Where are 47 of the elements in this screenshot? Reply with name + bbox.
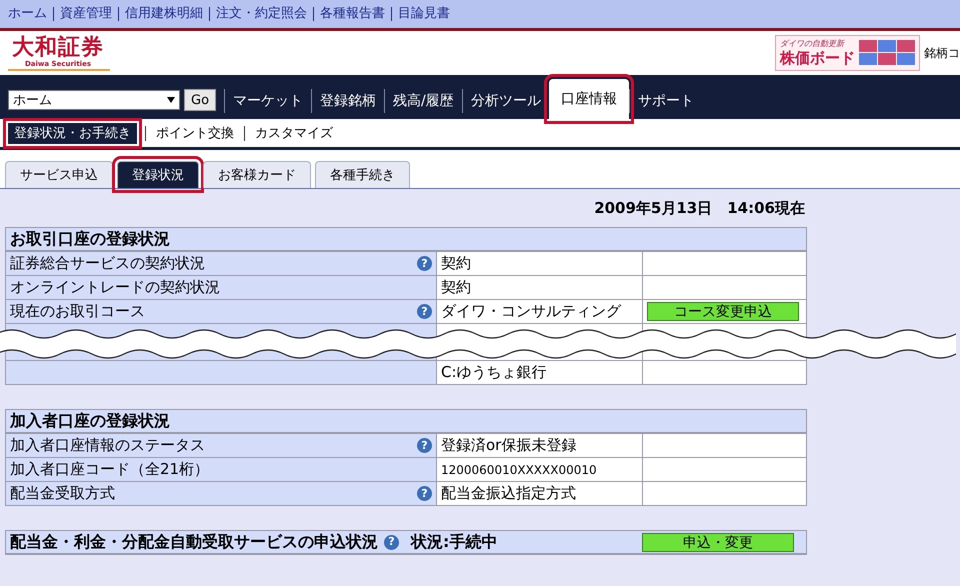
tab[interactable]: 各種手続き xyxy=(315,161,410,188)
row-value: 契約 xyxy=(441,278,471,297)
row-label: 証券総合サービスの契約状況 xyxy=(10,254,205,273)
row-label: 加入者口座コード（全21桁） xyxy=(10,460,210,479)
nav-tab[interactable]: 残高/履歴 xyxy=(384,89,462,113)
top-link[interactable]: ホーム xyxy=(8,7,53,21)
tab[interactable]: お客様カード xyxy=(203,161,311,188)
row-value: 契約 xyxy=(441,254,471,273)
tab[interactable]: サービス申込 xyxy=(5,161,113,188)
row-value: 配当金振込指定方式 xyxy=(441,484,576,503)
top-link[interactable]: 各種報告書 xyxy=(313,7,391,21)
help-icon[interactable]: ? xyxy=(417,304,432,319)
row-value: 1200060010XXXXX00010 xyxy=(441,462,597,476)
row-label: オンライントレードの契約状況 xyxy=(10,278,220,297)
help-icon[interactable]: ? xyxy=(417,438,432,453)
help-icon[interactable]: ? xyxy=(417,486,432,501)
row-label: 加入者口座情報のステータス xyxy=(10,436,205,455)
top-link[interactable]: 資産管理 xyxy=(53,7,118,21)
nav-tab[interactable]: サポート xyxy=(628,89,702,113)
top-link[interactable]: 目論見書 xyxy=(391,7,456,21)
section-title: お取引口座の登録状況 xyxy=(10,228,170,250)
row-label: 現在のお取引コース xyxy=(10,302,145,321)
row-label: 配当金受取方式 xyxy=(10,484,115,503)
header-text: 銘柄コ xyxy=(924,44,960,62)
subnav-link[interactable]: カスタマイズ xyxy=(244,126,343,140)
timestamp: 2009年5月13日 14:06現在 xyxy=(593,198,805,219)
nav-tab[interactable]: マーケット xyxy=(224,89,312,113)
top-link[interactable]: 注文・約定照会 xyxy=(209,7,313,21)
course-change-button[interactable]: コース変更申込 xyxy=(647,302,799,321)
status-text: 状況:手続中 xyxy=(411,531,498,553)
help-icon[interactable]: ? xyxy=(417,256,432,271)
subnav-link[interactable]: ポイント交換 xyxy=(145,126,244,140)
nav-tab[interactable]: 口座情報 xyxy=(548,79,629,119)
apply-button[interactable]: 申込・変更 xyxy=(642,532,794,552)
row-value: ダイワ・コンサルティング xyxy=(441,302,621,321)
stock-board-banner[interactable]: ダイワの自動更新 株価ボード xyxy=(775,35,920,71)
nav-tab[interactable]: 登録銘柄 xyxy=(311,89,384,113)
top-link[interactable]: 信用建株明細 xyxy=(118,7,209,21)
caret-icon[interactable] xyxy=(167,97,175,103)
row-value: 登録済or保振未登録 xyxy=(441,436,576,455)
subnav-link[interactable]: 登録状況・お手続き xyxy=(8,122,137,144)
help-icon[interactable]: ? xyxy=(384,534,399,550)
row-value: C:ゆうちょ銀行 xyxy=(441,363,547,382)
section-title: 加入者口座の登録状況 xyxy=(10,410,170,432)
go-button[interactable]: Go xyxy=(184,89,216,111)
page-select[interactable]: ホーム xyxy=(8,90,180,110)
section-title: 配当金・利金・分配金自動受取サービスの申込状況 xyxy=(10,531,378,553)
